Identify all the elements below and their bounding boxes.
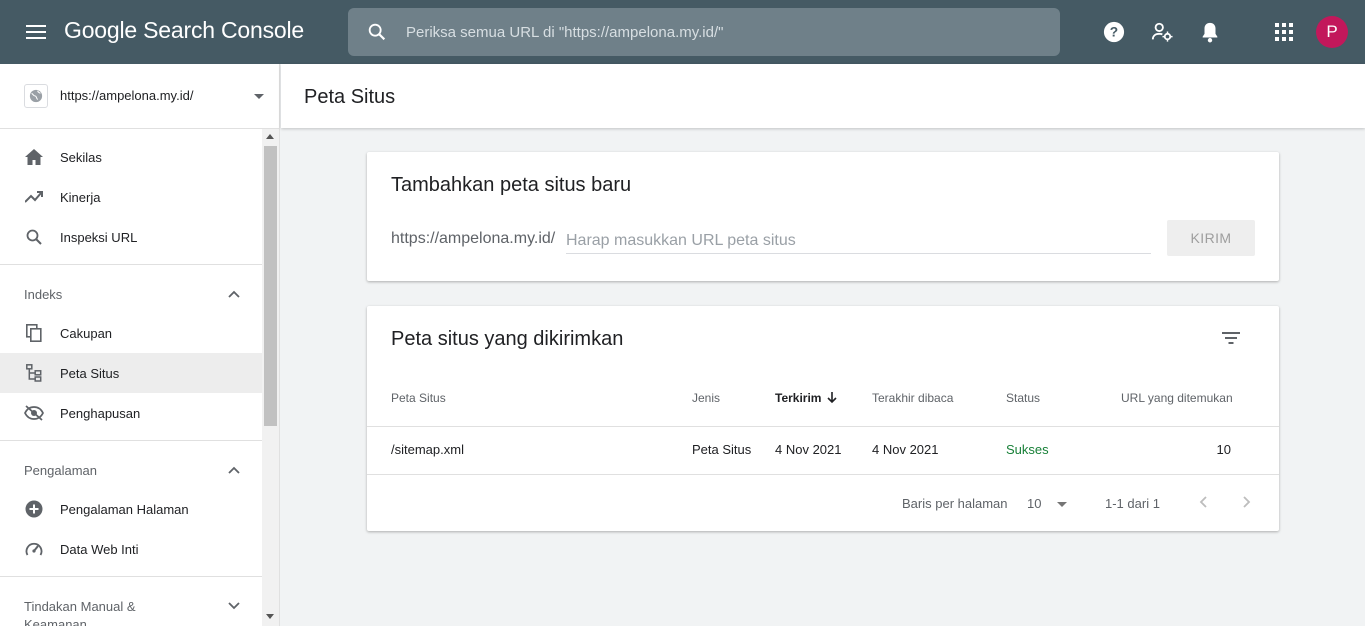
- rows-per-page-select[interactable]: 10: [1027, 492, 1071, 516]
- section-label: Pengalaman: [24, 463, 97, 478]
- sitemap-icon: [24, 363, 44, 383]
- home-icon: [24, 147, 44, 167]
- page-header: Peta Situs: [281, 64, 1365, 128]
- filter-icon[interactable]: [1219, 326, 1243, 350]
- property-url: https://ampelona.my.id/: [60, 88, 194, 103]
- dropdown-caret-icon: [254, 94, 264, 99]
- section-label: Indeks: [24, 287, 63, 302]
- scrollbar-thumb[interactable]: [264, 146, 277, 426]
- divider: [0, 264, 262, 265]
- search-icon: [24, 227, 44, 247]
- account-avatar[interactable]: P: [1316, 16, 1348, 48]
- column-header-url-ditemukan[interactable]: URL yang ditemukan: [1121, 391, 1233, 405]
- cell-submitted: 4 Nov 2021: [775, 442, 842, 457]
- add-circle-icon: [24, 499, 44, 519]
- sidebar-item-inspeksi-url[interactable]: Inspeksi URL: [0, 217, 262, 257]
- cell-discovered-urls: 10: [1216, 442, 1231, 457]
- sidebar-item-peta-situs[interactable]: Peta Situs: [0, 353, 262, 393]
- user-settings-icon[interactable]: [1150, 20, 1174, 44]
- pagination-range: 1-1 dari 1: [1105, 496, 1160, 511]
- sidebar-item-sekilas[interactable]: Sekilas: [0, 137, 262, 177]
- section-header-pengalaman[interactable]: Pengalaman: [0, 449, 262, 489]
- chevron-down-icon: [228, 597, 240, 615]
- svg-text:?: ?: [1110, 25, 1118, 40]
- property-selector[interactable]: https://ampelona.my.id/: [0, 64, 279, 129]
- sidebar-item-label: Sekilas: [60, 150, 102, 165]
- divider: [367, 426, 1279, 427]
- sidebar: https://ampelona.my.id/ Sekilas Kinerja …: [0, 64, 280, 626]
- column-header-terakhir-dibaca[interactable]: Terakhir dibaca: [872, 391, 953, 405]
- sidebar-item-cakupan[interactable]: Cakupan: [0, 313, 262, 353]
- search-input[interactable]: [406, 18, 1036, 46]
- column-header-terkirim[interactable]: Terkirim: [775, 391, 838, 407]
- help-icon[interactable]: ?: [1102, 20, 1126, 44]
- globe-icon: [24, 84, 48, 108]
- menu-icon[interactable]: [20, 20, 52, 44]
- scroll-down-arrow-icon[interactable]: [266, 614, 274, 619]
- divider: [367, 474, 1279, 475]
- cell-type: Peta Situs: [692, 442, 752, 457]
- chevron-up-icon: [228, 285, 240, 303]
- submitted-sitemaps-card: Peta situs yang dikirimkan Peta Situs Je…: [367, 306, 1279, 531]
- chevron-up-icon: [228, 461, 240, 479]
- sidebar-item-label: Peta Situs: [60, 366, 120, 381]
- sidebar-scrollbar[interactable]: [262, 129, 279, 626]
- column-header-status[interactable]: Status: [1006, 391, 1040, 405]
- submit-button[interactable]: KIRIM: [1167, 220, 1255, 256]
- add-sitemap-card: Tambahkan peta situs baru https://ampelo…: [367, 152, 1279, 281]
- copy-icon: [24, 323, 44, 343]
- rows-per-page-value: 10: [1027, 496, 1042, 511]
- apps-grid-icon[interactable]: [1272, 20, 1296, 44]
- search-icon: [366, 21, 388, 48]
- sitemap-url-input[interactable]: [566, 228, 1151, 254]
- column-header-jenis[interactable]: Jenis: [692, 391, 720, 405]
- app-logo[interactable]: Google Search Console: [64, 17, 304, 44]
- sidebar-item-label: Data Web Inti: [60, 542, 139, 557]
- arrow-down-icon: [827, 392, 838, 407]
- sidebar-item-label: Pengalaman Halaman: [60, 502, 189, 517]
- cell-status: Sukses: [1006, 442, 1049, 457]
- chevron-left-icon[interactable]: [1191, 490, 1215, 514]
- sidebar-item-pengalaman-halaman[interactable]: Pengalaman Halaman: [0, 489, 262, 529]
- card-title: Peta situs yang dikirimkan: [391, 328, 624, 350]
- top-app-bar: Google Search Console ? P: [0, 0, 1365, 64]
- section-label: Tindakan Manual & Keamanan: [24, 599, 136, 626]
- sidebar-item-label: Inspeksi URL: [60, 230, 138, 245]
- divider: [0, 576, 262, 577]
- sidebar-item-label: Penghapusan: [60, 406, 141, 421]
- section-header-indeks[interactable]: Indeks: [0, 273, 262, 313]
- rows-per-page-label: Baris per halaman: [902, 496, 1008, 511]
- speed-gauge-icon: [24, 539, 44, 559]
- trending-up-icon: [24, 187, 44, 207]
- sidebar-item-penghapusan[interactable]: Penghapusan: [0, 393, 262, 433]
- cell-sitemap-path[interactable]: /sitemap.xml: [391, 442, 464, 457]
- card-title: Tambahkan peta situs baru: [391, 174, 632, 196]
- cell-last-read: 4 Nov 2021: [872, 442, 939, 457]
- notifications-icon[interactable]: [1198, 20, 1222, 44]
- sidebar-item-label: Kinerja: [60, 190, 101, 205]
- chevron-right-icon[interactable]: [1235, 490, 1259, 514]
- sidebar-item-data-web-inti[interactable]: Data Web Inti: [0, 529, 262, 569]
- column-header-peta-situs[interactable]: Peta Situs: [391, 391, 446, 405]
- sidebar-item-label: Cakupan: [60, 326, 113, 341]
- page-title: Peta Situs: [304, 86, 396, 108]
- dropdown-caret-icon: [1057, 502, 1067, 507]
- section-header-tindakan-manual[interactable]: Tindakan Manual & Keamanan: [0, 585, 262, 626]
- sitemap-url-prefix: https://ampelona.my.id/: [391, 230, 556, 247]
- url-inspect-search[interactable]: [348, 8, 1060, 56]
- divider: [0, 440, 262, 441]
- eye-off-icon: [24, 403, 44, 423]
- column-header-label: Terkirim: [775, 391, 822, 405]
- sidebar-item-kinerja[interactable]: Kinerja: [0, 177, 262, 217]
- scroll-up-arrow-icon[interactable]: [266, 134, 274, 139]
